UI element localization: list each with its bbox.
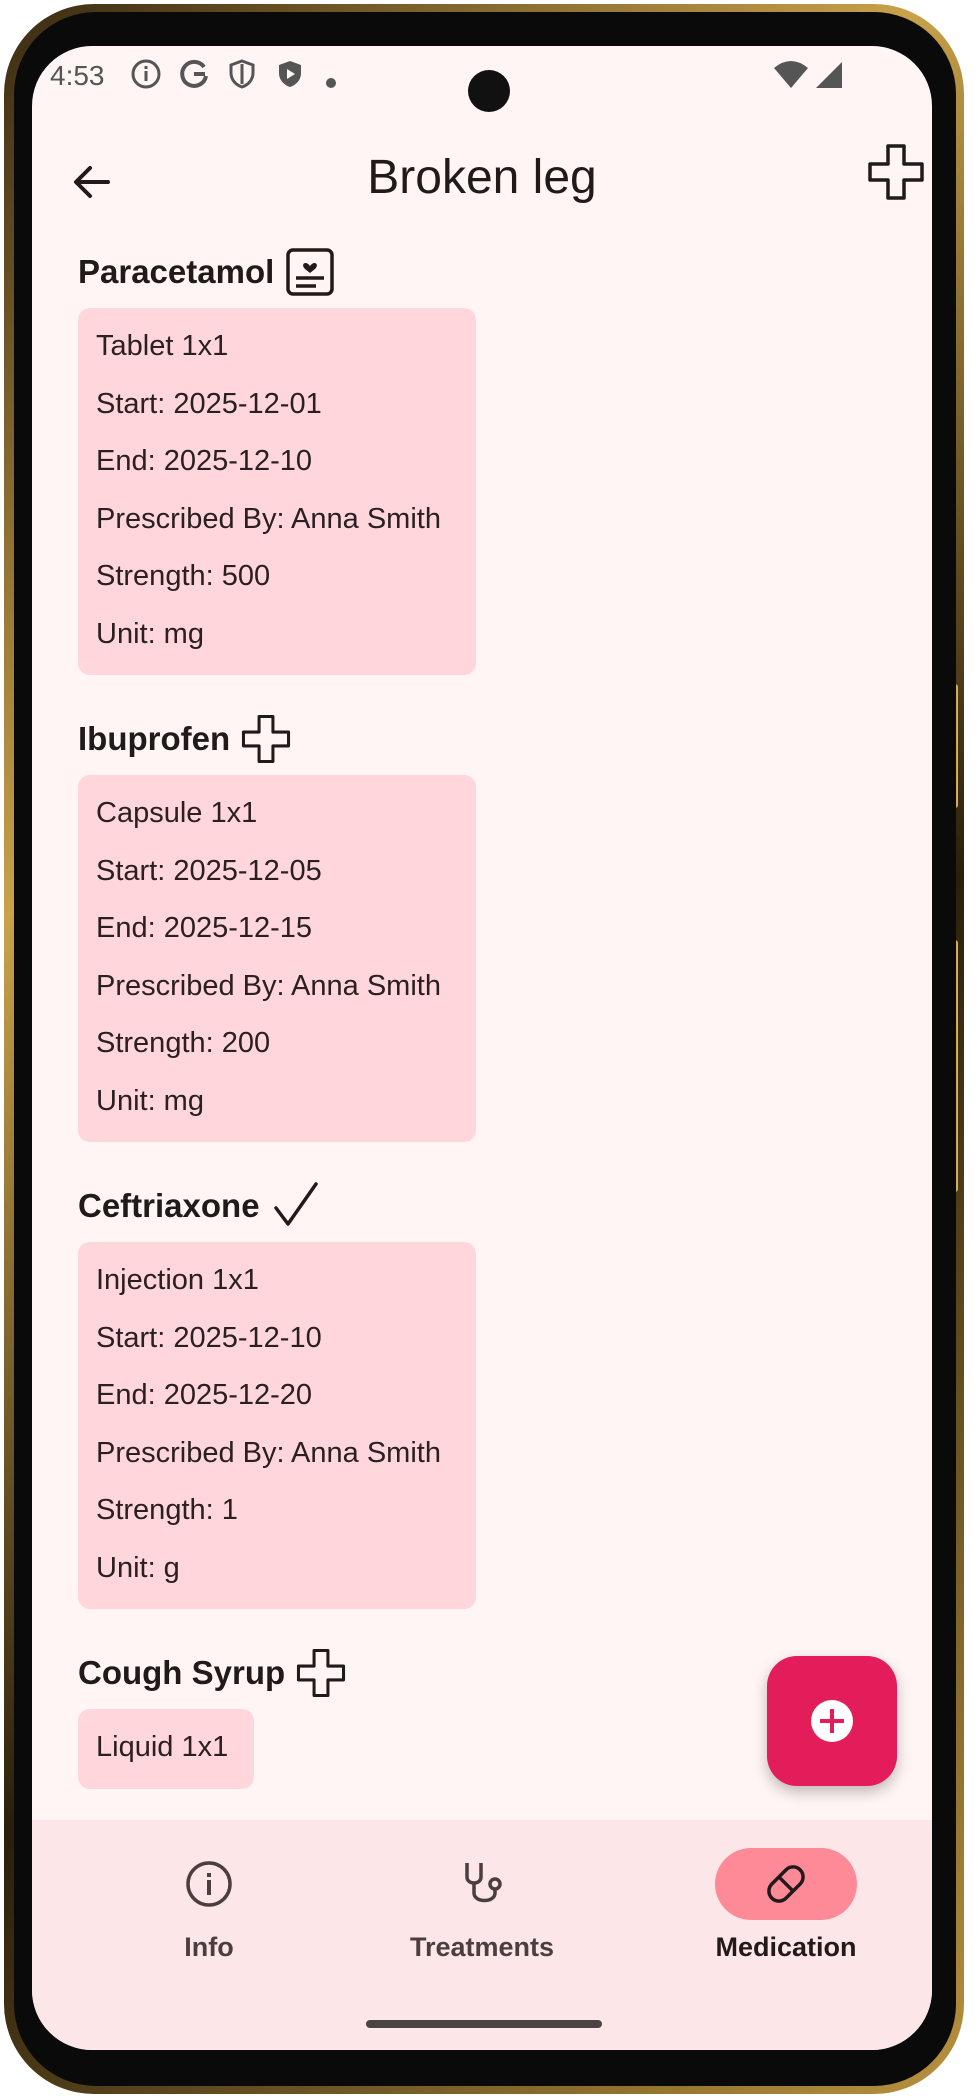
add-treatment-button[interactable]	[866, 142, 926, 202]
medication-card[interactable]: Capsule 1x1 Start: 2025-12-05 End: 2025-…	[78, 775, 476, 1142]
medication-card[interactable]: Injection 1x1 Start: 2025-12-10 End: 202…	[78, 1242, 476, 1609]
add-circle-icon	[811, 1700, 853, 1742]
medication-prescriber: Prescribed By: Anna Smith	[96, 502, 441, 535]
medication-name: Ceftriaxone	[78, 1187, 260, 1224]
page-title: Broken leg	[367, 151, 597, 204]
medication-end: End: 2025-12-20	[96, 1379, 313, 1411]
gesture-handle[interactable]	[366, 2020, 602, 2028]
medication-end: End: 2025-12-10	[96, 445, 313, 477]
nav-item-treatments[interactable]: Treatments	[382, 1848, 582, 1963]
add-medication-button[interactable]	[767, 1656, 897, 1786]
medical-cross-icon	[868, 144, 924, 200]
medical-record-icon	[286, 248, 335, 296]
medication-strength: Strength: 200	[96, 1027, 271, 1059]
medication-card[interactable]: Tablet 1x1 Start: 2025-12-01 End: 2025-1…	[78, 308, 476, 675]
medical-cross-icon	[242, 714, 291, 764]
pill-icon	[767, 1865, 805, 1903]
shield-icon	[226, 58, 258, 97]
medication-item: Ibuprofen Capsule 1x1 Start: 2025-12-05 …	[78, 709, 898, 1142]
medication-end: End: 2025-12-15	[96, 912, 313, 944]
medication-form: Liquid 1x1	[96, 1731, 229, 1763]
signal-icon	[812, 58, 844, 97]
medical-cross-icon	[297, 1648, 346, 1698]
medication-strength: Strength: 500	[96, 560, 271, 592]
medication-prescriber: Prescribed By: Anna Smith	[96, 1436, 441, 1469]
medication-name: Cough Syrup	[78, 1654, 286, 1691]
medication-start: Start: 2025-12-10	[96, 1321, 322, 1354]
medication-unit: Unit: mg	[96, 1084, 204, 1117]
medication-prescriber: Prescribed By: Anna Smith	[96, 969, 441, 1002]
info-icon	[130, 58, 162, 97]
medication-name: Ibuprofen	[78, 720, 231, 757]
google-icon	[178, 58, 210, 97]
medication-name: Paracetamol	[78, 253, 275, 290]
play-protect-icon	[274, 58, 306, 97]
medication-start: Start: 2025-12-01	[96, 387, 322, 420]
medication-form: Injection 1x1	[96, 1264, 259, 1296]
status-time: 4:53	[50, 60, 105, 91]
app-bar: Broken leg	[32, 142, 932, 222]
nav-item-medication[interactable]: Medication	[686, 1848, 886, 1963]
medication-item: Ceftriaxone Injection 1x1 Start: 2025-12…	[78, 1176, 898, 1609]
nav-item-info[interactable]: Info	[109, 1848, 309, 1963]
nav-label-treatments: Treatments	[409, 1932, 555, 1962]
nav-label-info: Info	[184, 1932, 234, 1962]
medication-unit: Unit: mg	[96, 617, 204, 650]
medication-unit: Unit: g	[96, 1551, 180, 1584]
dot-icon	[324, 66, 338, 97]
checkmark-icon	[273, 1182, 318, 1226]
medication-list: Paracetamol Tablet 1x1 Start: 2025-12-01…	[78, 242, 898, 1823]
stethoscope-icon	[465, 1863, 502, 1903]
medication-start: Start: 2025-12-05	[96, 854, 322, 887]
medication-card[interactable]: Liquid 1x1	[78, 1709, 254, 1789]
bottom-navigation: Info Treatments Medication	[32, 1820, 932, 2050]
info-icon	[186, 1861, 232, 1907]
nav-label-medication: Medication	[715, 1932, 857, 1962]
medication-strength: Strength: 1	[96, 1494, 238, 1526]
screen: 4:53 Broken leg Paracetamol Tablet 1x1 S…	[32, 46, 932, 2050]
medication-form: Capsule 1x1	[96, 797, 258, 829]
medication-form: Tablet 1x1	[96, 330, 229, 362]
front-camera	[468, 70, 510, 112]
medication-item: Paracetamol Tablet 1x1 Start: 2025-12-01…	[78, 242, 898, 675]
wifi-icon	[772, 58, 810, 97]
